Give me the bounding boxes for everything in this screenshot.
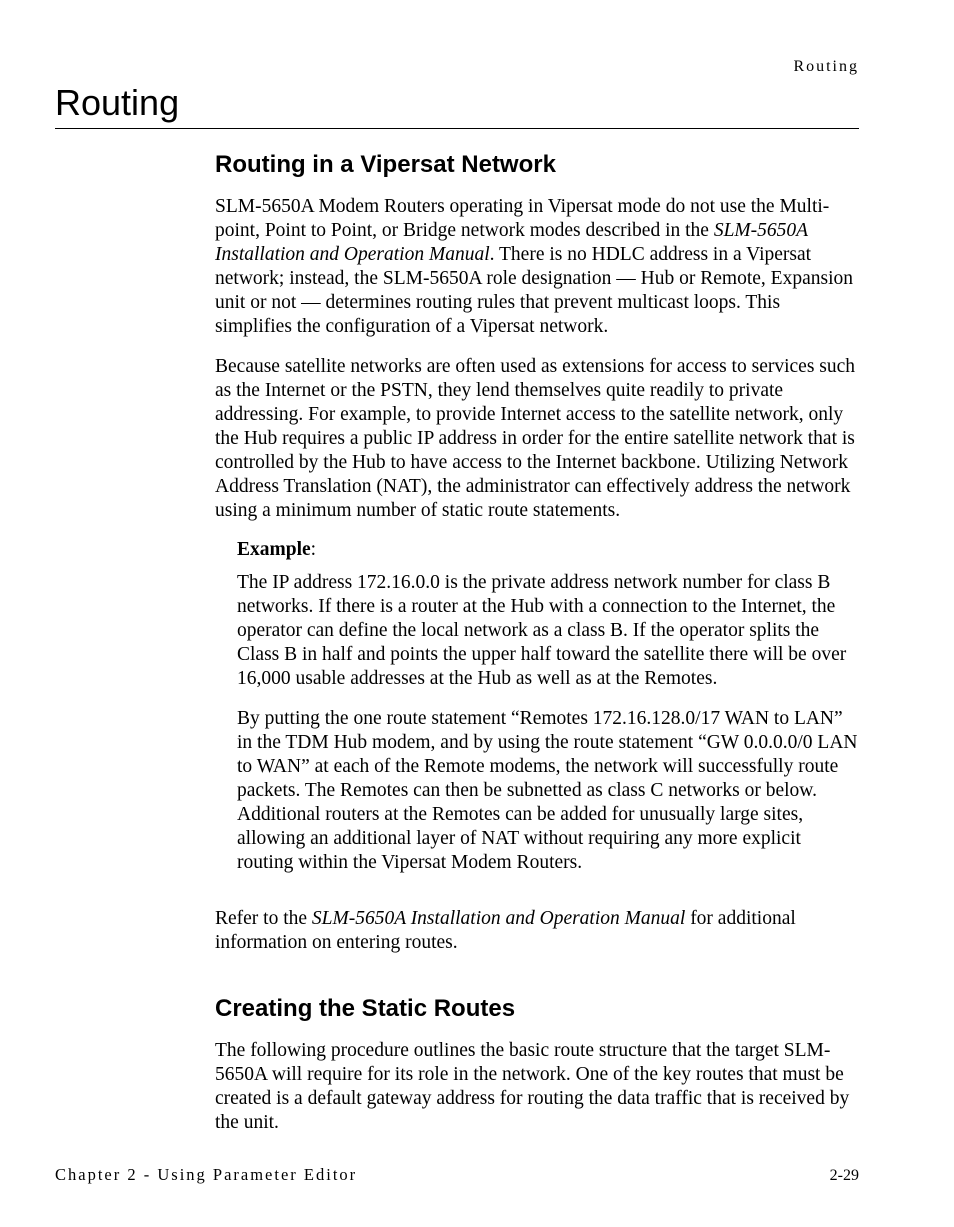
content-area: Routing in a Vipersat Network SLM-5650A … — [215, 151, 859, 1135]
heading-creating-static-routes: Creating the Static Routes — [215, 995, 859, 1023]
example-paragraph-2: By putting the one route statement “Remo… — [237, 707, 859, 875]
example-word: Example — [237, 539, 311, 560]
p3-text-a: Refer to the — [215, 908, 312, 929]
page-footer: Chapter 2 - Using Parameter Editor 2-29 — [55, 1165, 859, 1185]
paragraph-1: SLM-5650A Modem Routers operating in Vip… — [215, 195, 859, 339]
paragraph-3: Refer to the SLM-5650A Installation and … — [215, 907, 859, 955]
footer-page-number: 2-29 — [830, 1167, 859, 1185]
footer-chapter-label: Chapter 2 - Using Parameter Editor — [55, 1165, 357, 1185]
running-head: Routing — [793, 58, 859, 76]
heading-routing-vipersat: Routing in a Vipersat Network — [215, 151, 859, 179]
paragraph-4: The following procedure outlines the bas… — [215, 1039, 859, 1135]
example-block: Example: The IP address 172.16.0.0 is th… — [237, 539, 859, 875]
example-label: Example: — [237, 539, 859, 561]
paragraph-2: Because satellite networks are often use… — [215, 355, 859, 523]
section-title: Routing — [55, 82, 859, 129]
example-paragraph-1: The IP address 172.16.0.0 is the private… — [237, 571, 859, 691]
p3-italic: SLM-5650A Installation and Operation Man… — [312, 908, 685, 929]
example-colon: : — [311, 539, 316, 560]
